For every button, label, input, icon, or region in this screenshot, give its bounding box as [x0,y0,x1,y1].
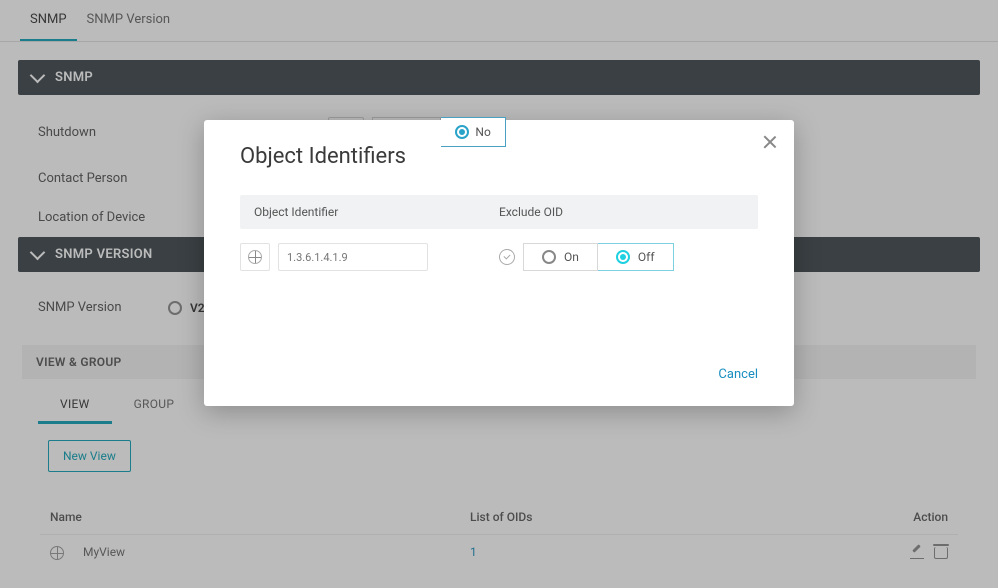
modal-row: On Off [240,229,758,277]
object-identifiers-modal: Object Identifiers Object Identifier Exc… [204,120,794,406]
check-circle-icon[interactable] [499,249,515,265]
on-label: On [564,250,579,264]
exclude-on[interactable]: On [523,243,598,271]
close-icon[interactable] [762,134,778,150]
off-label: Off [638,250,655,264]
shutdown-no[interactable]: No [441,117,505,147]
exclude-off[interactable]: Off [598,243,674,271]
col-label-oid: Object Identifier [254,205,499,219]
exclude-seg-group: On Off [523,243,674,271]
shutdown-no-label: No [475,125,490,139]
globe-button[interactable] [240,243,270,271]
oid-input[interactable] [278,243,428,271]
radio-checked-icon [455,125,469,139]
oid-input-wrap [240,243,499,271]
col-label-exclude: Exclude OID [499,205,744,219]
radio-icon [542,250,556,264]
radio-checked-icon [616,250,630,264]
exclude-oid-control: On Off [499,243,758,271]
globe-icon [248,250,262,264]
modal-title: Object Identifiers [240,144,758,169]
cancel-button[interactable]: Cancel [718,367,758,382]
modal-columns: Object Identifier Exclude OID [240,195,758,229]
modal-scrim[interactable]: Object Identifiers Object Identifier Exc… [0,0,998,588]
modal-footer: Cancel [240,367,758,382]
